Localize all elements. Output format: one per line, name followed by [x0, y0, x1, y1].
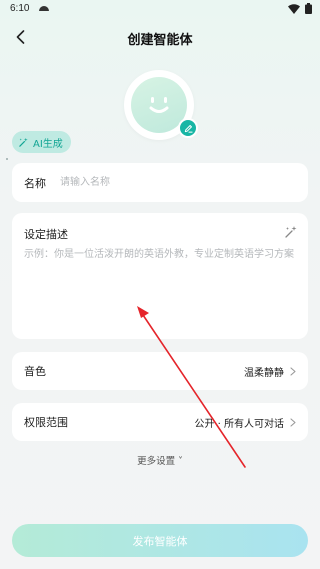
chevron-right-icon	[290, 366, 296, 376]
ai-generate-button[interactable]: AI生成	[12, 131, 71, 153]
nav-bar: 创建智能体	[0, 22, 320, 52]
edit-avatar-button[interactable]	[178, 118, 198, 138]
status-bar: 6:10	[0, 0, 320, 18]
description-card: 设定描述	[12, 213, 308, 339]
wifi-icon	[288, 3, 300, 14]
name-label: 名称	[24, 177, 46, 190]
status-time: 6:10	[10, 3, 30, 14]
divider-dot	[6, 158, 8, 160]
description-input[interactable]	[24, 247, 296, 327]
ai-sparkle-icon	[19, 137, 28, 147]
name-input[interactable]	[60, 171, 280, 193]
voice-label: 音色	[24, 365, 46, 378]
publish-button[interactable]: 发布智能体	[12, 524, 308, 557]
avatar-picker[interactable]	[124, 70, 198, 140]
voice-row[interactable]: 音色 温柔静静	[12, 352, 308, 390]
battery-icon	[305, 3, 312, 14]
chevron-right-icon	[290, 417, 296, 427]
android-icon	[39, 6, 49, 11]
description-title: 设定描述	[24, 228, 68, 241]
ai-generate-label: AI生成	[33, 138, 63, 150]
status-icons	[288, 3, 312, 14]
more-settings-toggle[interactable]: 更多设置 ˅	[0, 453, 320, 467]
page-title: 创建智能体	[127, 33, 193, 48]
permission-label: 权限范围	[24, 416, 68, 429]
ai-sparkle-icon[interactable]	[284, 225, 298, 239]
permission-value: 公开 · 所有人可对话	[194, 418, 284, 430]
name-card: 名称	[12, 163, 308, 202]
voice-value: 温柔静静	[244, 367, 284, 379]
pencil-icon	[184, 124, 193, 133]
permission-row[interactable]: 权限范围 公开 · 所有人可对话	[12, 403, 308, 441]
